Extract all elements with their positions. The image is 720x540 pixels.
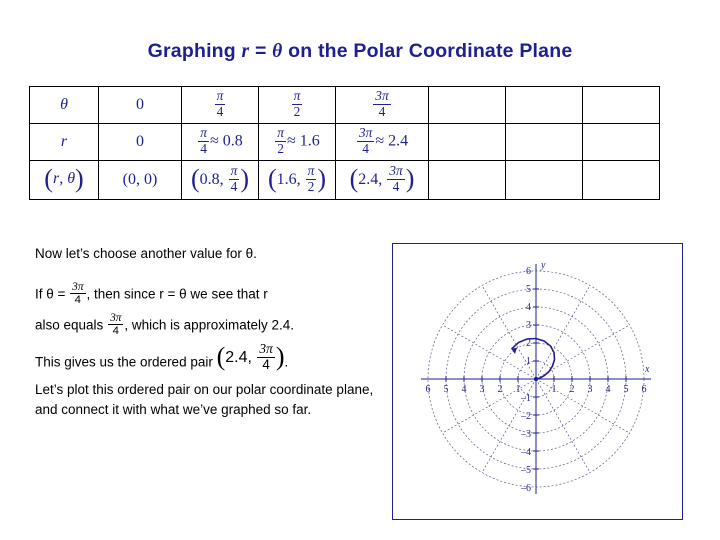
pair-cell-3: (2.4, 3π 4) <box>335 160 429 200</box>
svg-text:6: 6 <box>526 266 531 277</box>
r-cell-3: 3π 4 ≈ 2.4 <box>335 123 429 161</box>
svg-text:2: 2 <box>498 384 503 395</box>
svg-text:4: 4 <box>606 384 611 395</box>
table-row-r: r 0 π 4 ≈ 0.8 π 2 ≈ 1.6 3π 4 ≈ 2.4 <box>29 123 660 161</box>
r-cell-5 <box>505 123 583 161</box>
r-cell-6 <box>582 123 660 161</box>
svg-text:5: 5 <box>624 384 629 395</box>
row-label-pair: (r, θ) <box>29 160 99 200</box>
r-cell-4 <box>428 123 506 161</box>
p2-text-b: , then since r = θ we see that r <box>86 286 268 302</box>
theta-cell-3: 3π 4 <box>335 86 429 124</box>
origin-point <box>533 376 539 382</box>
theta-cell-0: 0 <box>98 86 182 124</box>
svg-text:3: 3 <box>526 320 531 331</box>
svg-text:1: 1 <box>552 384 557 395</box>
theta-cell-4 <box>428 86 506 124</box>
r-cell-2: π 2 ≈ 1.6 <box>258 123 336 161</box>
title-after: on the Polar Coordinate Plane <box>282 40 573 62</box>
paragraph-if-theta: If θ = 3π 4, then since r = θ we see that… <box>35 281 385 308</box>
theta-cell-6 <box>582 86 660 124</box>
svg-text:1: 1 <box>516 384 521 395</box>
svg-text:1: 1 <box>526 356 531 367</box>
paragraph-choose-value: Now let’s choose another value for θ. <box>35 244 375 264</box>
svg-text:–2: –2 <box>520 411 531 422</box>
svg-text:–5: –5 <box>520 465 531 476</box>
svg-text:3: 3 <box>588 384 593 395</box>
table-row-ordered-pair: (r, θ) (0, 0) (0.8, π 4) (1.6, π 2) (2.4, … <box>29 160 660 200</box>
svg-text:2: 2 <box>526 338 531 349</box>
pair-cell-0: (0, 0) <box>98 160 182 200</box>
p4-text-b: . <box>284 354 289 370</box>
polar-graph-svg: 6 5 4 3 2 1 1 2 3 4 5 6 6 5 4 3 2 1 –1 –… <box>421 260 651 494</box>
svg-text:5: 5 <box>444 384 449 395</box>
x-axis-label: x <box>644 364 650 375</box>
p2-text-a: If θ = <box>35 286 70 302</box>
svg-text:4: 4 <box>462 384 467 395</box>
y-axis-label: y <box>540 260 546 271</box>
theta-cell-5 <box>505 86 583 124</box>
svg-text:–3: –3 <box>520 429 531 440</box>
pair-cell-2: (1.6, π 2) <box>258 160 336 200</box>
row-label-r: r <box>29 123 99 161</box>
title-before: Graphing <box>147 40 242 62</box>
y-tick-labels: 6 5 4 3 2 1 –1 –2 –3 –4 –5 –6 <box>520 266 531 494</box>
r-cell-1: π 4 ≈ 0.8 <box>181 123 259 161</box>
svg-text:6: 6 <box>642 384 647 395</box>
svg-text:–4: –4 <box>520 447 531 458</box>
p2-fraction: 3π 4 <box>70 281 86 307</box>
p3-fraction: 3π 4 <box>108 312 124 338</box>
svg-text:–6: –6 <box>520 483 531 494</box>
paragraph-plot-instruction-text: Let’s plot this ordered pair on our pola… <box>35 382 374 417</box>
pair-cell-5 <box>505 160 583 200</box>
p3-text-a: also equals <box>35 317 108 333</box>
paragraph-choose-value-text: Now let’s choose another value for θ. <box>35 246 257 261</box>
polar-graph: 6 5 4 3 2 1 1 2 3 4 5 6 6 5 4 3 2 1 –1 –… <box>392 243 683 520</box>
paragraph-ordered-pair: This gives us the ordered pair (2.4, 3π 4… <box>35 341 385 373</box>
pair-cell-1: (0.8, π 4) <box>181 160 259 200</box>
svg-text:–1: –1 <box>520 393 531 404</box>
svg-text:3: 3 <box>480 384 485 395</box>
svg-text:4: 4 <box>526 302 531 313</box>
svg-text:5: 5 <box>526 284 531 295</box>
title-eq: = <box>249 40 273 62</box>
pair-cell-6 <box>582 160 660 200</box>
theta-cell-2: π2 <box>258 86 336 124</box>
p4-text-a: This gives us the ordered pair <box>35 354 217 370</box>
polar-values-table: θ 0 π4 π2 3π 4 r 0 π 4 ≈ 0.8 π 2 ≈ 1.6 3π 4 ≈ 2… <box>29 86 660 200</box>
theta-cell-1: π4 <box>181 86 259 124</box>
r-cell-0: 0 <box>98 123 182 161</box>
svg-text:6: 6 <box>426 384 431 395</box>
pair-cell-4 <box>428 160 506 200</box>
title-theta: θ <box>272 41 283 62</box>
table-row-theta: θ 0 π4 π2 3π 4 <box>29 86 660 124</box>
svg-text:2: 2 <box>570 384 575 395</box>
page-title: Graphing r = θ on the Polar Coordinate P… <box>0 40 720 63</box>
paragraph-plot-instruction: Let’s plot this ordered pair on our pola… <box>35 380 380 419</box>
p4-ordered-pair: (2.4, 3π 4) <box>216 341 285 372</box>
polar-curve <box>510 337 556 380</box>
p3-text-b: , which is approximately 2.4. <box>124 317 294 333</box>
row-label-theta: θ <box>29 86 99 124</box>
paragraph-also-equals: also equals 3π 4, which is approximately … <box>35 312 390 339</box>
